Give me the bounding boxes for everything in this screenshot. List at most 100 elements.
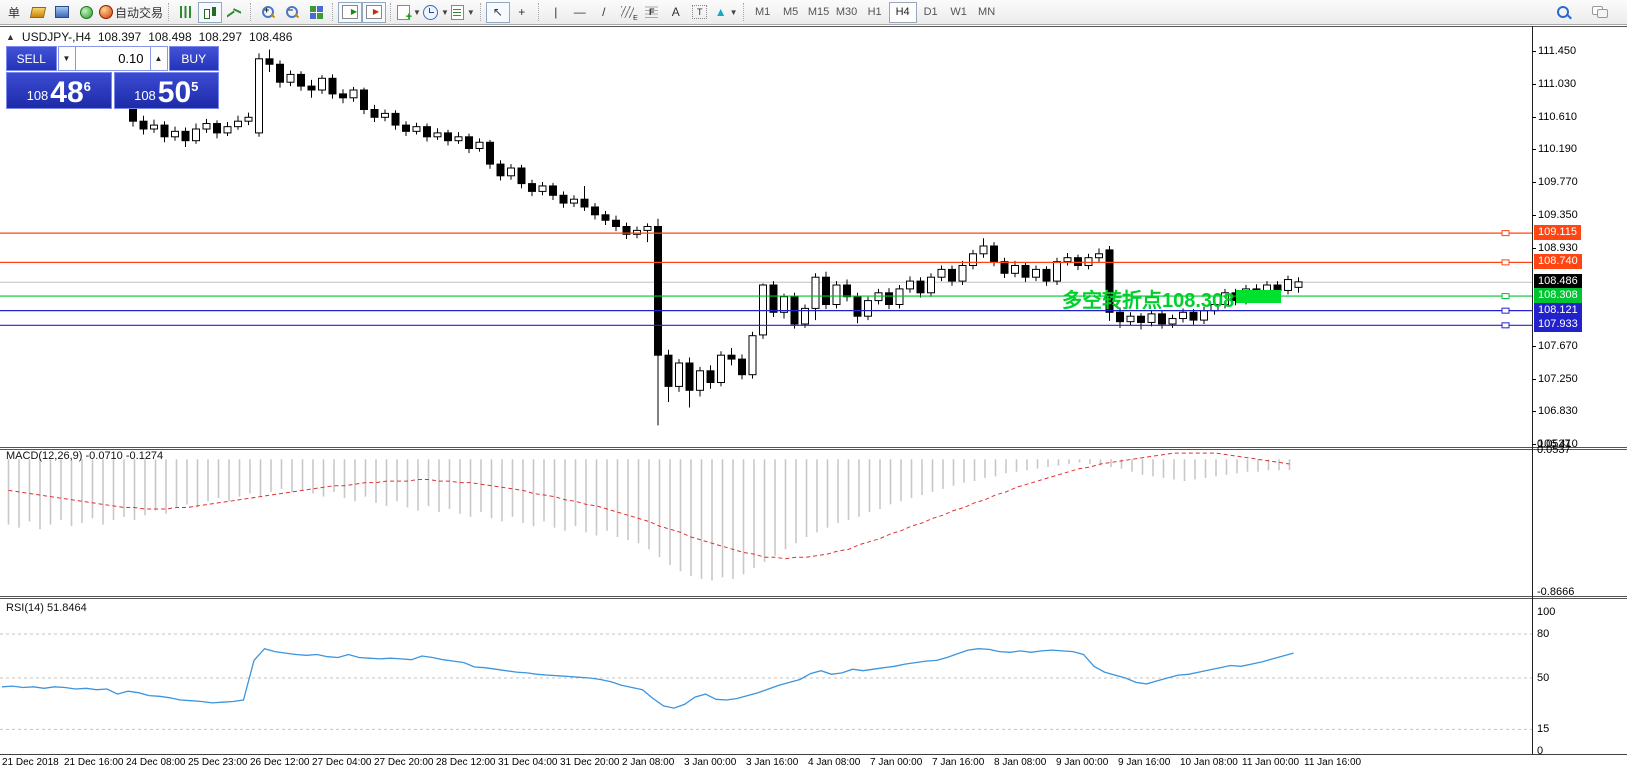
timeframe-d1[interactable]: D1 [917, 2, 945, 23]
zoom-out-icon[interactable]: − [280, 2, 304, 23]
level-price-label: 107.933 [1534, 317, 1582, 332]
sell-price-display[interactable]: 108 48 6 [6, 72, 112, 109]
line-chart-icon[interactable] [222, 2, 246, 23]
trendline-icon[interactable]: / [592, 2, 616, 23]
text-icon[interactable]: A [664, 2, 688, 23]
shapes-icon[interactable]: ▲▼ [712, 2, 739, 23]
autotrading-button [99, 5, 113, 19]
toolbar-separator [480, 3, 482, 21]
fibonacci-icon: F [645, 6, 658, 18]
signals-icon[interactable] [74, 2, 98, 23]
text-label-icon[interactable]: T [688, 2, 712, 23]
auto-scroll-icon[interactable] [338, 2, 362, 23]
macd-scale-bottom: -0.8666 [1537, 586, 1574, 598]
sell-price-sup: 6 [84, 79, 91, 94]
volume-dropdown-button[interactable]: ▼ [58, 46, 76, 71]
time-axis-label: 25 Dec 23:00 [188, 757, 248, 768]
price-chart-canvas[interactable] [0, 27, 1532, 447]
rsi-scale-label: 100 [1537, 606, 1555, 618]
timeframe-w1[interactable]: W1 [945, 2, 973, 23]
zoom-in-icon[interactable]: + [256, 2, 280, 23]
new-chart-icon [30, 7, 46, 18]
macd-pane-label: MACD(12,26,9) -0.0710 -0.1274 [6, 450, 163, 462]
one-click-trading-panel: SELL ▼ ▲ BUY 108 48 6 108 50 5 [6, 46, 219, 109]
periods-icon[interactable]: ▼ [422, 2, 450, 23]
new-order-button[interactable]: 单 [2, 2, 26, 23]
sell-button[interactable]: SELL [6, 46, 57, 71]
time-axis-label: 11 Jan 16:00 [1304, 757, 1361, 768]
time-axis-label: 28 Dec 12:00 [436, 757, 496, 768]
text-label-icon: T [692, 5, 707, 19]
time-axis-label: 24 Dec 08:00 [126, 757, 186, 768]
periods-icon [423, 5, 438, 20]
autotrading-button[interactable]: 自动交易 [98, 2, 164, 23]
rsi-scale-label: 15 [1537, 723, 1549, 735]
time-axis[interactable]: 21 Dec 2018 21 Dec 16:0024 Dec 08:0025 De… [0, 754, 1627, 768]
macd-pane-divider[interactable] [0, 447, 1627, 448]
rsi-scale-label: 50 [1537, 672, 1549, 684]
timeframe-m30[interactable]: M30 [833, 2, 861, 23]
toolbar-separator [390, 3, 392, 21]
time-axis-label: 7 Jan 00:00 [870, 757, 922, 768]
time-axis-label: 9 Jan 00:00 [1056, 757, 1108, 768]
toolbar-separator [538, 3, 540, 21]
time-axis-label: 31 Dec 04:00 [498, 757, 558, 768]
templates-icon[interactable]: ▼ [450, 2, 476, 23]
new-chart-icon[interactable] [26, 2, 50, 23]
macd-indicator-canvas[interactable] [0, 450, 1532, 596]
timeframe-m1[interactable]: M1 [749, 2, 777, 23]
time-axis-label: 21 Dec 16:00 [64, 757, 124, 768]
bar-chart-icon[interactable] [174, 2, 198, 23]
price-axis-label: 110.190 [1538, 143, 1577, 155]
level-price-label: 109.115 [1534, 225, 1581, 240]
sell-price-base: 108 [27, 88, 49, 103]
buy-button[interactable]: BUY [169, 46, 220, 71]
volume-input[interactable] [76, 46, 150, 71]
mt4-terminal: 单自动交易+−▼▼▼↖+|—/EFAT▲▼M1M5M15M30H1H4D1W1M… [0, 0, 1627, 768]
time-axis-label: 21 Dec 2018 [2, 757, 59, 768]
profile-icon[interactable] [50, 2, 74, 23]
rsi-scale-label: 80 [1537, 628, 1549, 640]
fibonacci-icon[interactable]: F [640, 2, 664, 23]
rsi-indicator-canvas[interactable] [0, 599, 1532, 754]
rsi-value: 51.8464 [47, 602, 87, 614]
highlight-rectangle[interactable] [1236, 290, 1281, 303]
price-axis-label: 106.830 [1538, 405, 1578, 417]
search-icon [1556, 5, 1571, 20]
timeframe-h4[interactable]: H4 [889, 2, 917, 23]
indicators-icon[interactable]: ▼ [396, 2, 422, 23]
vertical-line-icon[interactable]: | [544, 2, 568, 23]
candlestick-chart-icon[interactable] [198, 2, 222, 23]
price-axis-label: 106.410 [1538, 438, 1578, 450]
timeframe-m5[interactable]: M5 [777, 2, 805, 23]
cursor-icon[interactable]: ↖ [486, 2, 510, 23]
chart-shift-icon [366, 5, 382, 19]
macd-signal-value: -0.1274 [126, 450, 163, 462]
time-axis-label: 8 Jan 08:00 [994, 757, 1046, 768]
timeframe-h1[interactable]: H1 [861, 2, 889, 23]
search-icon[interactable] [1551, 2, 1575, 23]
volume-up-button[interactable]: ▲ [150, 46, 168, 71]
chart-shift-icon[interactable] [362, 2, 386, 23]
channel-icon[interactable]: E [616, 2, 640, 23]
timeframe-mn[interactable]: MN [973, 2, 1001, 23]
horizontal-line-icon[interactable]: — [568, 2, 592, 23]
timeframe-m15[interactable]: M15 [805, 2, 833, 23]
rsi-pane-divider[interactable] [0, 596, 1627, 597]
time-axis-label: 11 Jan 00:00 [1242, 757, 1299, 768]
buy-price-sup: 5 [191, 79, 198, 94]
level-price-label: 108.740 [1534, 254, 1582, 269]
price-axis-label: 109.770 [1538, 176, 1578, 188]
chat-icon[interactable] [1587, 2, 1611, 23]
price-axis-border [1532, 26, 1533, 754]
buy-price-big: 50 [158, 80, 191, 106]
rsi-name: RSI(14) [6, 602, 44, 614]
tile-windows-icon[interactable] [304, 2, 328, 23]
time-axis-label: 2 Jan 08:00 [622, 757, 674, 768]
templates-icon [451, 5, 464, 20]
line-chart-icon [227, 6, 241, 18]
chart-annotation-text[interactable]: 多空转折点108.308 [1062, 284, 1234, 313]
buy-price-display[interactable]: 108 50 5 [114, 72, 220, 109]
crosshair-icon[interactable]: + [510, 2, 534, 23]
signals-icon [80, 6, 93, 19]
